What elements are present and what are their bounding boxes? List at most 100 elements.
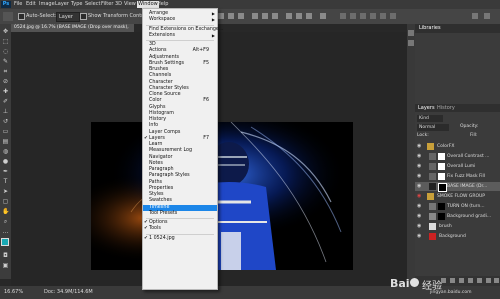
tab-layers[interactable]: Layers [418,105,435,112]
history-brush-tool-icon[interactable]: ↺ [2,118,9,125]
search-icon[interactable] [472,13,478,19]
crop-tool-icon[interactable]: ⌗ [2,68,9,75]
quick-mask-icon[interactable]: ◘ [2,252,9,259]
menu-view[interactable]: View [124,1,136,8]
menu-item-brush-settings[interactable]: Brush Settings F5 [143,61,217,67]
menu-layer[interactable]: Layer [55,1,69,8]
menu-item-character-styles[interactable]: Character Styles [143,86,217,92]
properties-panel-icon[interactable] [408,30,414,36]
menu-3d[interactable]: 3D [115,1,122,8]
menu-help[interactable]: Help [157,1,168,8]
3d-scale-icon[interactable] [390,13,396,19]
menu-item-tools[interactable]: ✔ Tools [143,226,217,232]
menu-item-glyphs[interactable]: Glyphs [143,105,217,111]
layer-row[interactable]: ◉ Overall Contrast ... [415,152,500,161]
healing-tool-icon[interactable]: ✚ [2,88,9,95]
3d-roll-icon[interactable] [360,13,366,19]
menu-type[interactable]: Type [71,1,82,8]
show-transform-checkbox[interactable] [80,13,87,20]
menu-item-info[interactable]: Info [143,123,217,129]
menu-item-paragraph-styles[interactable]: Paragraph Styles [143,173,217,179]
layer-row-selected[interactable]: ◉ BASE IMAGE (Dr... [415,182,500,192]
document-tab[interactable]: 0524.jpg @ 16.7% (BASE IMAGE (Drop over … [11,24,134,38]
pen-tool-icon[interactable]: ✒ [2,168,9,175]
menu-item-properties[interactable]: Properties [143,186,217,192]
hand-tool-icon[interactable]: ✋ [2,208,9,215]
menu-item-timeline[interactable]: Timeline [143,204,217,211]
menu-item-notes[interactable]: Notes [143,161,217,167]
document-canvas-image[interactable] [91,122,353,270]
menu-item-1-0524-jpg[interactable]: ✔ 1 0524.jpg [143,236,217,242]
menu-item-layer-comps[interactable]: Layer Comps [143,130,217,136]
menu-window[interactable]: Window [137,1,159,8]
lasso-tool-icon[interactable]: ◌ [2,48,9,55]
layer-row[interactable]: ◉ ColorFX [415,142,500,151]
screen-mode-icon[interactable]: ▣ [2,262,9,269]
menu-image[interactable]: Image [39,1,55,8]
layer-row[interactable]: ◉ Background gradi... [415,212,500,221]
more-tools-icon[interactable]: … [2,228,9,235]
menu-edit[interactable]: Edit [26,1,36,8]
layer-row[interactable]: ◉ TURN ON (turn... [415,202,500,211]
menu-filter[interactable]: Filter [101,1,113,8]
menu-item-layers[interactable]: ✔ Layers F7 [143,136,217,142]
visibility-eye-icon[interactable]: ◉ [417,174,422,179]
zoom-level[interactable]: 16.67% [4,289,23,295]
distribute-middle-icon[interactable] [262,13,268,19]
3d-drag-icon[interactable] [370,13,376,19]
eraser-tool-icon[interactable]: ▭ [2,128,9,135]
layer-row[interactable]: ◉ Background [415,232,500,241]
menu-item-tool-presets[interactable]: Tool Presets [143,211,217,217]
visibility-eye-icon[interactable]: ◉ [417,214,422,219]
menu-item-swatches[interactable]: Swatches [143,198,217,204]
gradient-tool-icon[interactable]: ▤ [2,138,9,145]
distribute-center-icon[interactable] [296,13,302,19]
layer-row[interactable]: ◉ SMOKE FLOW GROUP [415,192,500,201]
distribute-left-icon[interactable] [286,13,292,19]
3d-slide-icon[interactable] [380,13,386,19]
visibility-eye-icon[interactable]: ◉ [417,164,422,169]
auto-select-dropdown[interactable]: Layer [56,12,80,22]
menu-item-actions[interactable]: Actions Alt+F9 [143,48,217,54]
menu-item-character[interactable]: Character [143,80,217,86]
type-tool-icon[interactable]: T [2,178,9,185]
shape-tool-icon[interactable]: ▢ [2,198,9,205]
menu-item-measurement-log[interactable]: Measurement Log [143,148,217,154]
foreground-color-swatch[interactable] [1,238,9,246]
layer-row[interactable]: ◉ Overall Lumi [415,162,500,171]
auto-select-checkbox[interactable] [18,13,25,20]
align-right-icon[interactable] [238,13,244,19]
brush-tool-icon[interactable]: ✐ [2,98,9,105]
visibility-eye-icon[interactable]: ◉ [417,144,422,149]
move-tool-icon[interactable]: ✥ [2,28,9,35]
menu-item-adjustments[interactable]: Adjustments [143,55,217,61]
visibility-eye-icon[interactable]: ◉ [417,234,422,239]
move-tool-preset-icon[interactable] [3,12,13,21]
menu-item-find-extensions-on-exchange[interactable]: Find Extensions on Exchange... [143,27,223,33]
menu-item-paths[interactable]: Paths [143,180,217,186]
distribute-right-icon[interactable] [306,13,312,19]
workspace-icon[interactable] [484,13,490,19]
visibility-eye-icon[interactable]: ◉ [417,224,422,229]
clone-stamp-tool-icon[interactable]: ⊥ [2,108,9,115]
path-select-tool-icon[interactable]: ➤ [2,188,9,195]
visibility-eye-icon[interactable]: ◉ [417,154,422,159]
menu-file[interactable]: File [14,1,22,8]
menu-item-color[interactable]: Color F6 [143,98,217,104]
layer-row[interactable]: ◉ brush [415,222,500,231]
marquee-tool-icon[interactable]: ⬚ [2,38,9,45]
layer-filter-kind[interactable]: Kind [417,115,443,122]
tab-libraries[interactable]: Libraries [419,25,441,32]
distribute-top-icon[interactable] [252,13,258,19]
3d-mode-icon[interactable] [340,13,346,19]
distribute-bottom-icon[interactable] [272,13,278,19]
visibility-eye-icon[interactable]: ◉ [417,204,422,209]
visibility-eye-icon[interactable]: ◉ [417,194,422,199]
menu-item-channels[interactable]: Channels [143,73,217,79]
menu-select[interactable]: Select [85,1,100,8]
blur-tool-icon[interactable]: ◍ [2,148,9,155]
layer-row[interactable]: ◉ Fix Fuzz Mask Fill [415,172,500,181]
3d-rotate-icon[interactable] [350,13,356,19]
dodge-tool-icon[interactable]: ● [2,158,9,165]
menu-item-histogram[interactable]: Histogram [143,111,217,117]
